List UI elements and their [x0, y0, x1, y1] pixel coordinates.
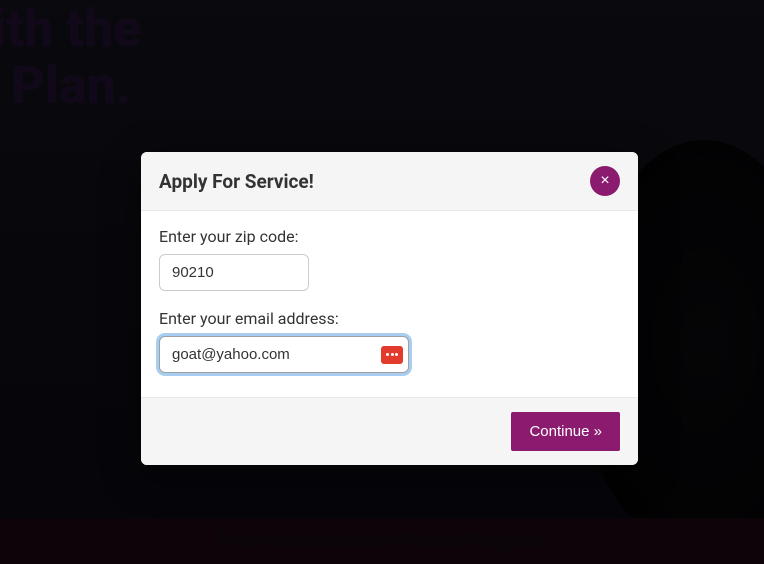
password-manager-icon[interactable] — [381, 346, 403, 364]
modal-title: Apply For Service! — [159, 170, 314, 193]
continue-button[interactable]: Continue » — [511, 412, 620, 451]
modal-header: Apply For Service! × — [141, 152, 638, 211]
zip-field-row: Enter your zip code: — [159, 227, 620, 291]
close-icon: × — [600, 172, 609, 190]
email-input[interactable] — [159, 336, 409, 373]
email-input-wrap — [159, 336, 409, 373]
modal-body: Enter your zip code: Enter your email ad… — [141, 211, 638, 397]
email-field-row: Enter your email address: — [159, 309, 620, 373]
dots-icon — [386, 353, 398, 356]
zip-label: Enter your zip code: — [159, 227, 620, 246]
zip-input[interactable] — [159, 254, 309, 291]
apply-service-modal: Apply For Service! × Enter your zip code… — [141, 152, 638, 465]
close-button[interactable]: × — [590, 166, 620, 196]
modal-footer: Continue » — [141, 397, 638, 465]
email-label: Enter your email address: — [159, 309, 620, 328]
